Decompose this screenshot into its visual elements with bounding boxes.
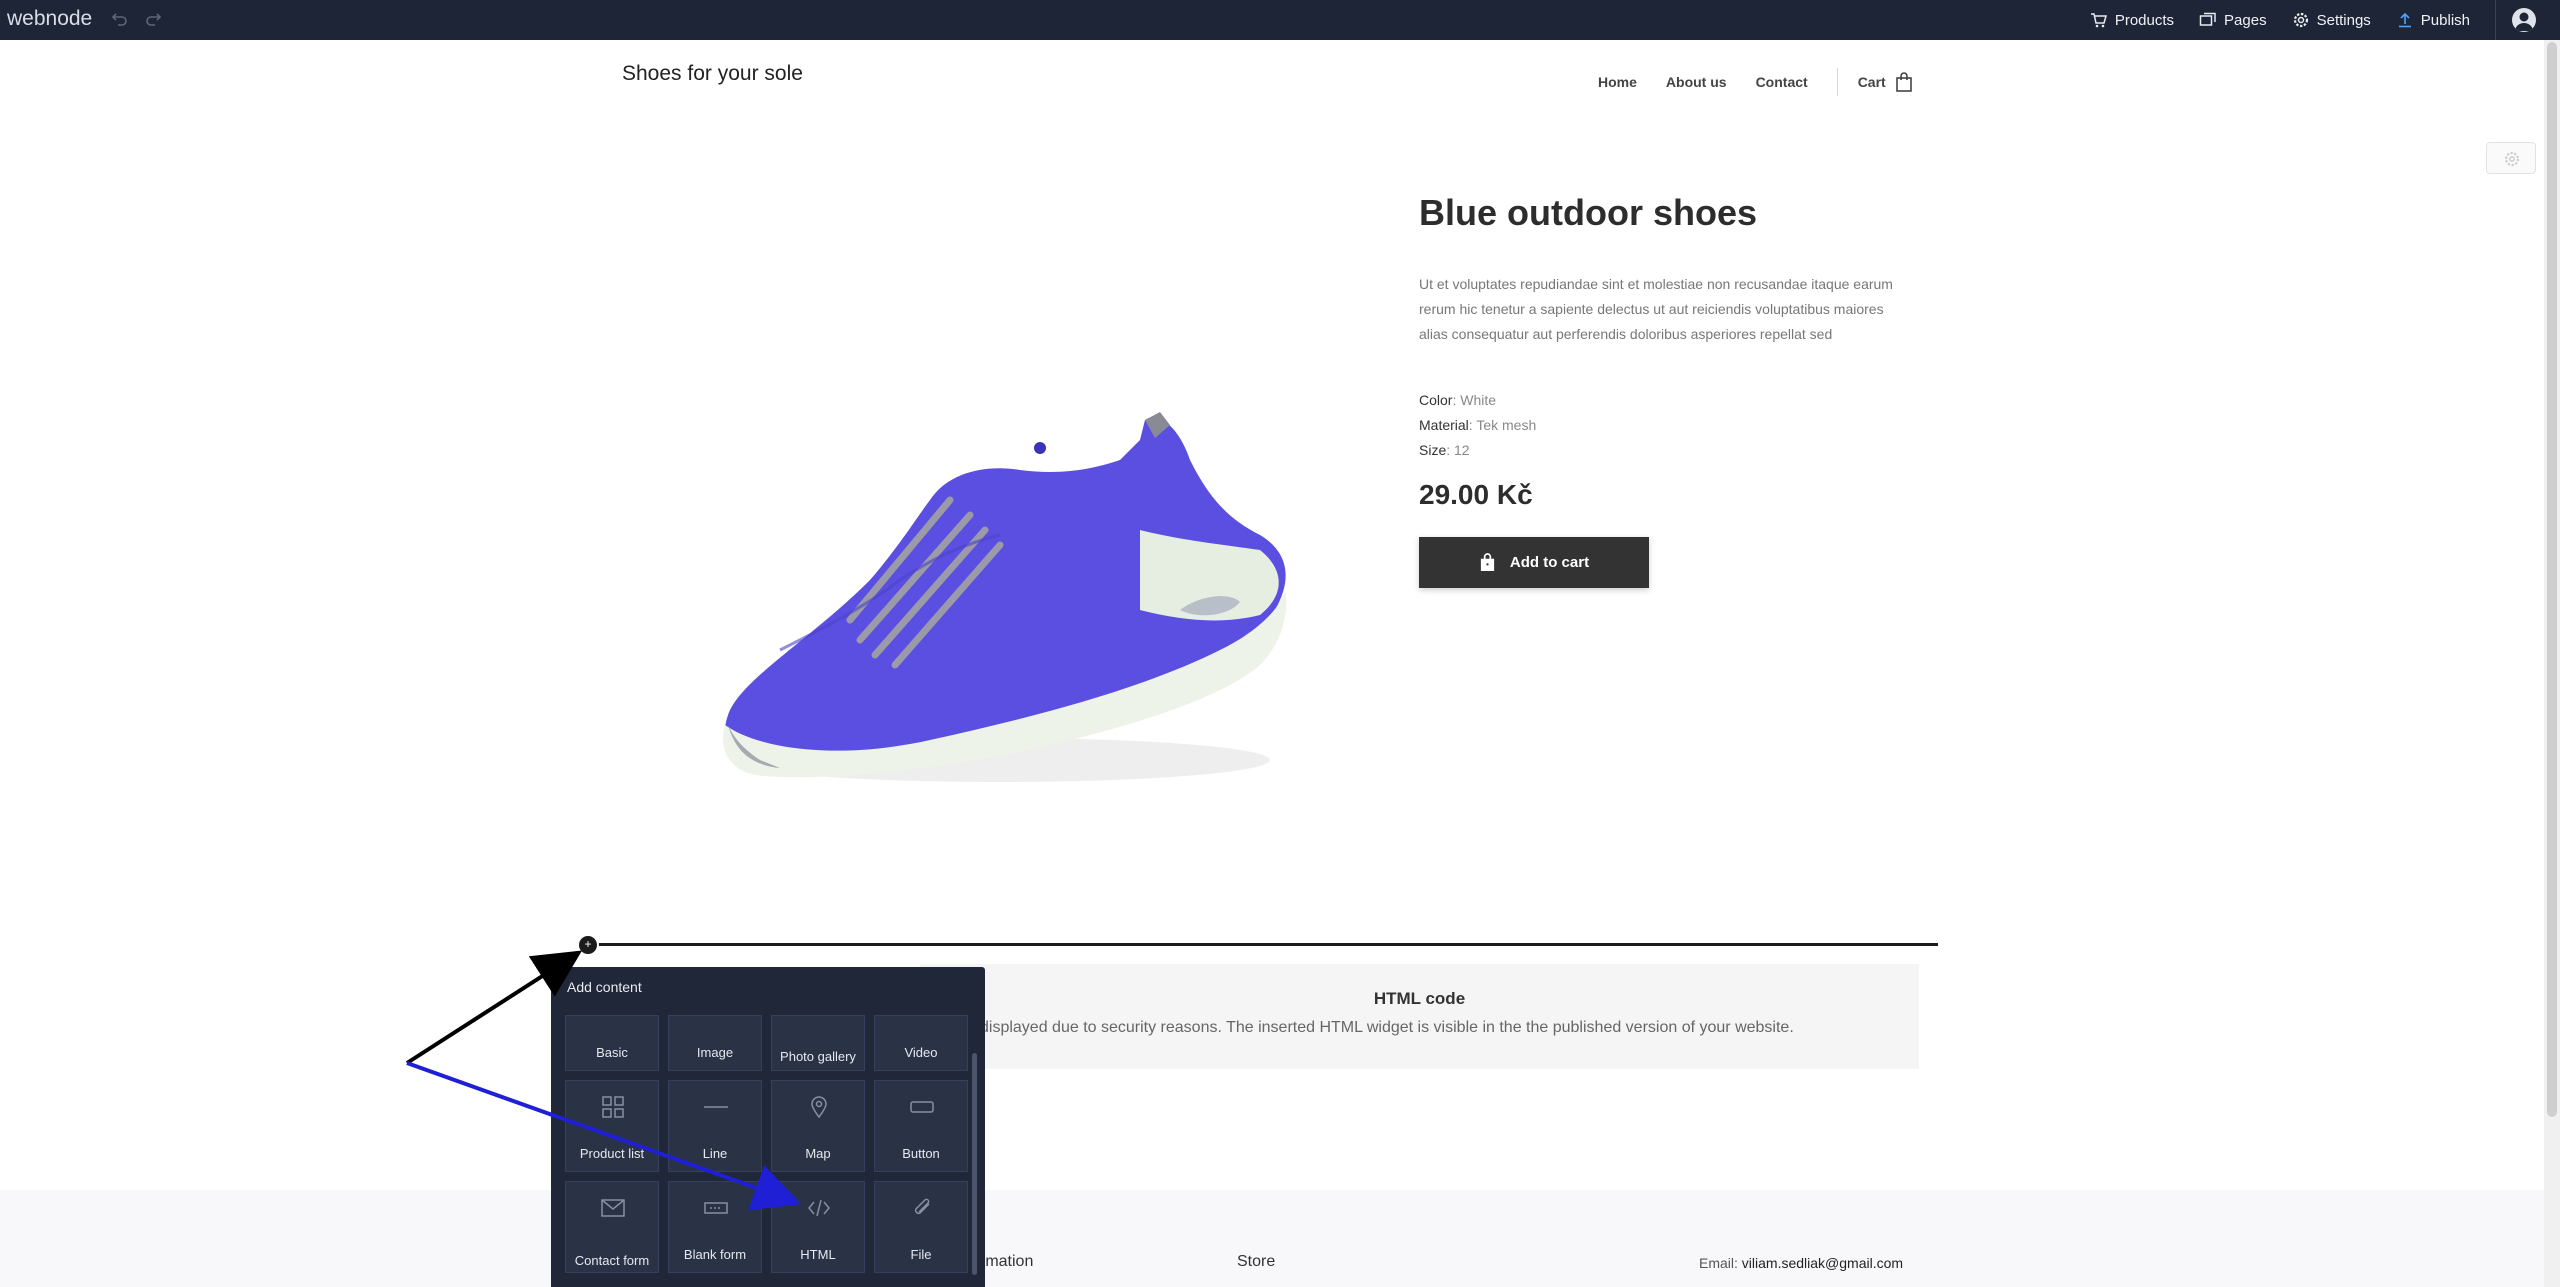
tile-label: HTML bbox=[800, 1247, 836, 1262]
tile-line[interactable]: Line bbox=[668, 1080, 762, 1172]
tile-label: Blank form bbox=[683, 1247, 747, 1262]
shopping-bag-icon[interactable] bbox=[1895, 72, 1913, 92]
product-attribute-material: Material: Tek mesh bbox=[1419, 417, 1536, 433]
undo-icon[interactable] bbox=[110, 10, 128, 28]
webnode-logo: webnode bbox=[7, 7, 93, 30]
tile-blank-form[interactable]: Blank form bbox=[668, 1181, 762, 1273]
page-scrollbar[interactable] bbox=[2544, 40, 2560, 1287]
pages-label: Pages bbox=[2224, 11, 2267, 29]
insertion-line bbox=[588, 943, 1938, 946]
tile-label: Video bbox=[904, 1045, 938, 1060]
footer-email: Email: viliam.sedliak@gmail.com bbox=[1699, 1255, 1903, 1271]
product-description[interactable]: Ut et voluptates repudiandae sint et mol… bbox=[1419, 272, 1899, 347]
footer-store-heading: Store bbox=[1237, 1253, 1276, 1270]
product-price: 29.00 Kč bbox=[1419, 479, 1533, 510]
tile-label: Product list bbox=[579, 1146, 645, 1161]
product-title[interactable]: Blue outdoor shoes bbox=[1419, 192, 1757, 234]
tile-label: Contact form bbox=[574, 1253, 650, 1268]
gear-icon bbox=[2293, 12, 2308, 28]
button-icon bbox=[910, 1101, 934, 1113]
redo-icon[interactable] bbox=[145, 10, 163, 28]
html-widget-description: displayed due to security reasons. The i… bbox=[980, 1019, 1794, 1036]
site-title[interactable]: Shoes for your sole bbox=[622, 62, 803, 86]
tile-basic[interactable]: Basic bbox=[565, 1015, 659, 1071]
settings-label: Settings bbox=[2316, 11, 2371, 29]
section-settings-button[interactable] bbox=[2486, 142, 2536, 174]
add-content-title: Add content bbox=[567, 979, 642, 995]
code-icon bbox=[808, 1199, 830, 1217]
attribute-value: : 12 bbox=[1446, 442, 1470, 458]
publish-button[interactable]: Publish bbox=[2396, 11, 2470, 29]
add-content-panel: Add content Basic Image Photo gallery Vi… bbox=[551, 967, 985, 1287]
tile-html[interactable]: HTML bbox=[771, 1181, 865, 1273]
add-content-plus-button[interactable]: + bbox=[577, 934, 599, 956]
publish-label: Publish bbox=[2420, 11, 2470, 29]
pages-icon bbox=[2199, 12, 2216, 26]
gear-icon bbox=[2505, 152, 2519, 166]
top-right-menu: Products Pages Settings Publish bbox=[2090, 0, 2560, 40]
editor-top-bar: webnode Products Pages Settings Publish bbox=[0, 0, 2560, 40]
footer-information-heading: rmation bbox=[980, 1253, 1034, 1270]
tile-button[interactable]: Button bbox=[874, 1080, 968, 1172]
map-pin-icon bbox=[811, 1096, 827, 1119]
cart-icon bbox=[2090, 13, 2107, 28]
nav-divider bbox=[1836, 68, 1838, 96]
tile-image[interactable]: Image bbox=[668, 1015, 762, 1071]
page-footer bbox=[0, 1190, 2544, 1287]
topbar-divider bbox=[2495, 0, 2496, 40]
tile-label: Basic bbox=[596, 1045, 628, 1060]
tile-product-list[interactable]: Product list bbox=[565, 1080, 659, 1172]
nav-item-contact[interactable]: Contact bbox=[1756, 74, 1808, 90]
editor-window: webnode Products Pages Settings Publish bbox=[0, 0, 2560, 1287]
tile-label: Line bbox=[702, 1146, 728, 1161]
settings-button[interactable]: Settings bbox=[2292, 11, 2371, 29]
nav-item-home[interactable]: Home bbox=[1598, 74, 1637, 90]
html-widget-title: HTML code bbox=[1373, 989, 1466, 1008]
tile-label: File bbox=[910, 1247, 932, 1262]
products-label: Products bbox=[2114, 11, 2175, 29]
tile-label: Photo gallery bbox=[780, 1049, 856, 1064]
product-attribute-size: Size: 12 bbox=[1419, 442, 1470, 458]
add-to-cart-button[interactable]: Add to cart bbox=[1419, 537, 1649, 588]
grid-icon bbox=[602, 1096, 624, 1118]
tile-map[interactable]: Map bbox=[771, 1080, 865, 1172]
nav-cart-label[interactable]: Cart bbox=[1858, 74, 1886, 90]
tile-photo-gallery[interactable]: Photo gallery bbox=[771, 1015, 865, 1071]
tile-video[interactable]: Video bbox=[874, 1015, 968, 1071]
attribute-value: : White bbox=[1452, 392, 1497, 408]
attribute-label: Size bbox=[1419, 442, 1447, 458]
form-field-icon bbox=[704, 1202, 728, 1214]
envelope-icon bbox=[601, 1199, 625, 1217]
upload-icon bbox=[2398, 12, 2411, 28]
attribute-value: : Tek mesh bbox=[1468, 417, 1537, 433]
nav-item-about-us[interactable]: About us bbox=[1666, 74, 1727, 90]
page-scrollbar-thumb[interactable] bbox=[2547, 42, 2557, 1117]
shopping-bag-icon bbox=[1480, 553, 1495, 571]
html-widget-placeholder[interactable]: HTML code displayed due to security reas… bbox=[920, 964, 1919, 1069]
add-to-cart-label: Add to cart bbox=[1509, 554, 1590, 571]
product-image-shoe[interactable] bbox=[700, 320, 1290, 790]
footer-email-link[interactable]: viliam.sedliak@gmail.com bbox=[1742, 1255, 1903, 1271]
tile-label: Map bbox=[805, 1146, 831, 1161]
footer-email-label: Email: bbox=[1699, 1255, 1742, 1271]
products-button[interactable]: Products bbox=[2090, 11, 2174, 29]
tile-file[interactable]: File bbox=[874, 1181, 968, 1273]
user-avatar-icon[interactable] bbox=[2512, 8, 2536, 32]
tile-contact-form[interactable]: Contact form bbox=[565, 1181, 659, 1273]
main-navigation: Home About us Contact Cart bbox=[1598, 68, 1913, 96]
panel-scrollbar[interactable] bbox=[972, 1053, 977, 1275]
annotation-arrow-black bbox=[405, 950, 583, 1065]
paperclip-icon bbox=[914, 1198, 930, 1215]
tile-label: Button bbox=[902, 1146, 940, 1161]
pages-button[interactable]: Pages bbox=[2199, 11, 2267, 29]
tile-label: Image bbox=[696, 1045, 734, 1060]
attribute-label: Color bbox=[1419, 392, 1453, 408]
attribute-label: Material bbox=[1419, 417, 1469, 433]
product-attribute-color: Color: White bbox=[1419, 392, 1496, 408]
line-icon bbox=[704, 1106, 728, 1108]
